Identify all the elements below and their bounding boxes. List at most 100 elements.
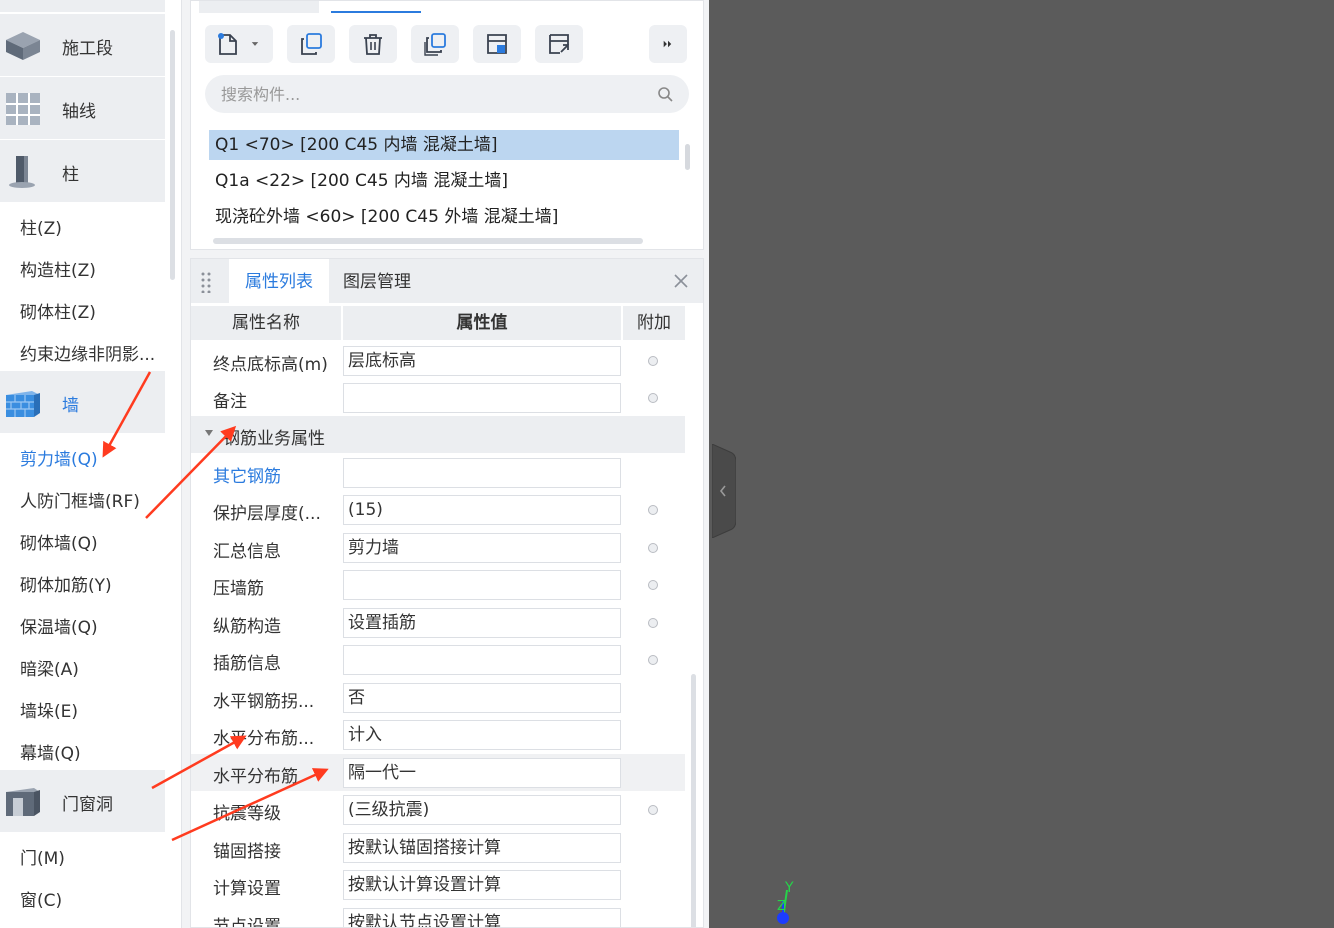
extract-component-button[interactable] [535, 25, 583, 63]
drag-grip-icon[interactable] [201, 271, 211, 293]
property-value-field[interactable]: (15) [343, 495, 621, 525]
new-component-button[interactable] [205, 25, 273, 63]
extra-checkbox[interactable] [648, 393, 658, 403]
property-value-field[interactable]: 按默认计算设置计算 [343, 870, 621, 900]
property-name: 插筋信息 [213, 654, 281, 674]
property-name: 终点底标高(m) [213, 355, 328, 375]
extra-checkbox[interactable] [648, 655, 658, 665]
column-header-property-value: 属性值 [343, 306, 621, 340]
nav-category-wall[interactable]: 墙 [0, 371, 165, 433]
property-row: 备注 [191, 379, 685, 416]
extract-icon [549, 34, 569, 54]
property-row: 锚固搭接 按默认锚固搭接计算 [191, 829, 685, 866]
component-list-panel: Q1 <70> [200 C45 内墙 混凝土墙] Q1a <22> [200 … [190, 0, 704, 250]
extra-checkbox[interactable] [648, 543, 658, 553]
column-header-property-name: 属性名称 [191, 306, 341, 340]
copy-to-floor-button[interactable] [411, 25, 459, 63]
property-row: 计算设置 按默认计算设置计算 [191, 866, 685, 903]
component-panel-active-tab-partial[interactable] [331, 1, 421, 13]
nav-category-label: 施工段 [62, 39, 113, 59]
column-header-extra: 附加 [623, 306, 685, 340]
property-value-field[interactable]: 否 [343, 683, 621, 713]
extra-checkbox[interactable] [648, 505, 658, 515]
nav-item-constructional-column[interactable]: 构造柱(Z) [20, 256, 96, 281]
extra-checkbox[interactable] [648, 580, 658, 590]
trash-icon [364, 34, 382, 55]
extra-checkbox[interactable] [648, 618, 658, 628]
nav-item-window[interactable]: 窗(C) [20, 886, 62, 911]
component-search-box[interactable] [205, 75, 689, 113]
property-value-field[interactable] [343, 383, 621, 413]
property-name: 压墙筋 [213, 579, 264, 599]
property-group-label: 钢筋业务属性 [223, 429, 325, 449]
drawing-viewport[interactable]: Y Z [709, 0, 1334, 928]
property-panel-scrollbar[interactable] [691, 674, 696, 927]
property-value-field[interactable] [343, 570, 621, 600]
component-list-item[interactable]: Q1 <70> [200 C45 内墙 混凝土墙] [209, 130, 679, 160]
nav-category-column[interactable]: 柱 [0, 140, 165, 202]
property-value-field[interactable]: 按默认节点设置计算 [343, 908, 621, 927]
nav-item-shear-wall[interactable]: 剪力墙(Q) [20, 445, 98, 470]
component-panel-tab-partial[interactable] [199, 1, 319, 13]
nav-item-curtain-wall[interactable]: 幕墙(Q) [20, 739, 81, 764]
property-value-field[interactable] [343, 458, 621, 488]
extra-checkbox[interactable] [648, 805, 658, 815]
search-icon[interactable] [657, 86, 673, 102]
component-list-horizontal-scrollbar[interactable] [213, 238, 643, 244]
save-to-library-icon [487, 34, 507, 54]
more-tools-button[interactable] [649, 25, 687, 63]
extra-checkbox[interactable] [648, 356, 658, 366]
component-search-input[interactable] [221, 82, 621, 106]
delete-button[interactable] [349, 25, 397, 63]
component-list-vertical-scrollbar[interactable] [685, 144, 690, 170]
property-value-field[interactable]: 计入 [343, 720, 621, 750]
tab-layer-management[interactable]: 图层管理 [343, 259, 411, 303]
property-name: 锚固搭接 [213, 842, 281, 862]
axis-z-label: Z [777, 899, 786, 914]
property-name: 其它钢筋 [213, 467, 281, 487]
copy-button[interactable] [287, 25, 335, 63]
nav-item-masonry-column[interactable]: 砌体柱(Z) [20, 298, 96, 323]
axis-y-label: Y [784, 880, 794, 896]
tab-property-list[interactable]: 属性列表 [229, 259, 329, 303]
nav-category-door-window-opening[interactable]: 门窗洞 [0, 770, 165, 832]
property-name: 水平分布筋 [213, 767, 298, 787]
nav-category-construction-stage[interactable]: 施工段 [0, 14, 165, 76]
save-component-button[interactable] [473, 25, 521, 63]
column-icon [9, 156, 35, 188]
nav-item-wall-pier[interactable]: 墙垛(E) [20, 697, 78, 722]
nav-item-door[interactable]: 门(M) [20, 844, 65, 869]
nav-item-boundary-column[interactable]: 约束边缘非阴影... [20, 340, 155, 365]
property-value-field[interactable]: 剪力墙 [343, 533, 621, 563]
double-chevron-right-icon [663, 40, 672, 48]
property-value-field[interactable]: 按默认锚固搭接计算 [343, 833, 621, 863]
close-icon[interactable] [673, 273, 689, 289]
component-tree-nav: 施工段 轴线 柱 柱(Z) 构造柱(Z) 砌体柱(Z) 约束边缘非阴影... 墙… [0, 0, 182, 928]
nav-category-axis[interactable]: 轴线 [0, 77, 165, 139]
property-row: 插筋信息 [191, 641, 685, 678]
brick-wall-icon [6, 391, 40, 417]
nav-item-insulation-wall[interactable]: 保温墙(Q) [20, 613, 98, 638]
property-value-field[interactable] [343, 645, 621, 675]
property-value-field[interactable]: 隔一代一 [343, 758, 621, 788]
property-value-field[interactable]: 设置插筋 [343, 608, 621, 638]
nav-item-civil-defense-wall[interactable]: 人防门框墙(RF) [20, 487, 140, 512]
nav-scrollbar[interactable] [170, 30, 175, 280]
nav-item-masonry-wall[interactable]: 砌体墙(Q) [20, 529, 98, 554]
property-name: 节点设置 [213, 917, 281, 928]
property-value-field[interactable]: 层底标高 [343, 346, 621, 376]
property-group-rebar[interactable]: 钢筋业务属性 [191, 416, 685, 453]
collapse-caret-icon[interactable] [205, 430, 213, 436]
chevron-down-icon[interactable] [249, 38, 261, 50]
component-list-item[interactable]: 现浇砼外墙 <60> [200 C45 外墙 混凝土墙] [209, 202, 679, 232]
property-name: 备注 [213, 392, 247, 412]
nav-top-category-partial[interactable] [0, 0, 165, 12]
nav-item-column[interactable]: 柱(Z) [20, 214, 62, 239]
property-row: 汇总信息 剪力墙 [191, 529, 685, 566]
property-row: 其它钢筋 [191, 454, 685, 491]
panel-collapse-handle[interactable] [712, 444, 736, 538]
component-list-item[interactable]: Q1a <22> [200 C45 内墙 混凝土墙] [209, 166, 679, 196]
nav-item-masonry-reinforcement[interactable]: 砌体加筋(Y) [20, 571, 112, 596]
nav-item-hidden-beam[interactable]: 暗梁(A) [20, 655, 79, 680]
property-value-field[interactable]: (三级抗震) [343, 795, 621, 825]
